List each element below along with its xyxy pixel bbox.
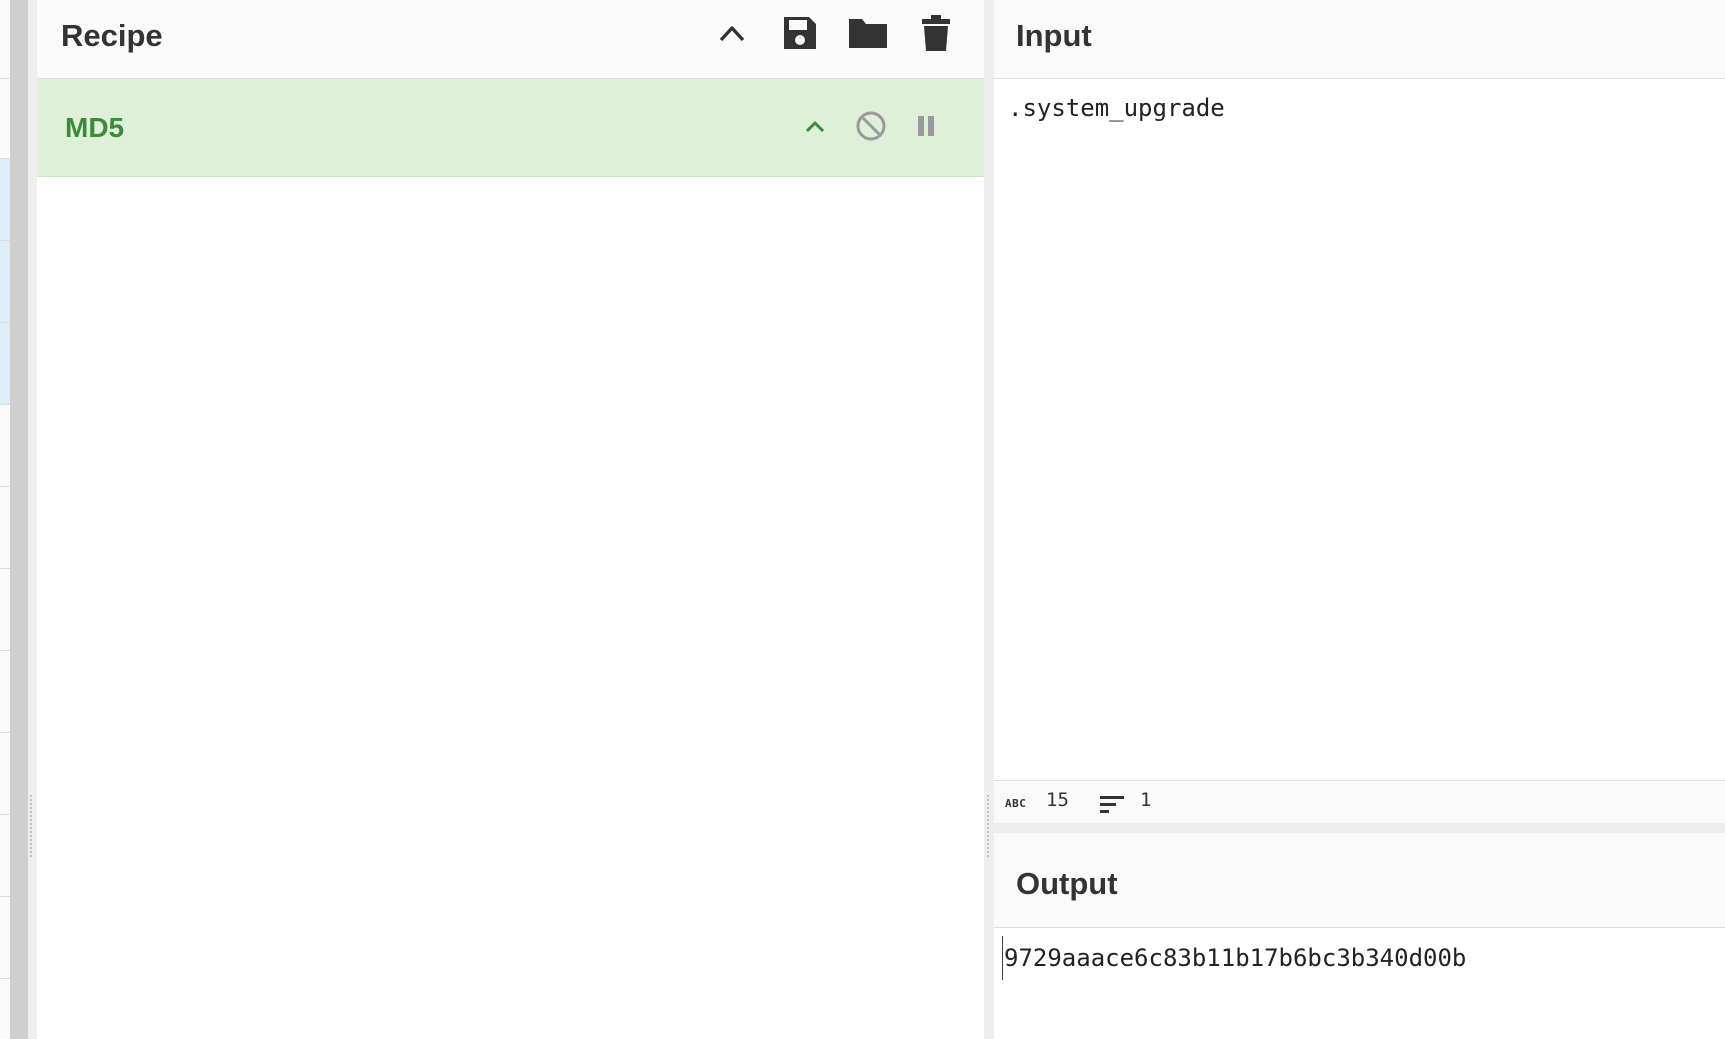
io-divider[interactable] [994,823,1725,833]
recipe-title: Recipe [61,18,163,53]
recipe-panel: Recipe MD5 [37,0,984,1039]
resize-gutter-middle[interactable] [984,0,994,1039]
folder-icon [849,19,887,48]
pause-icon [918,116,934,136]
recipe-header: Recipe [37,0,984,79]
operation-name: MD5 [65,112,125,143]
input-header: Input [994,0,1725,79]
operations-scrollbar[interactable] [10,0,28,1039]
output-header: Output [994,833,1725,928]
save-icon [784,17,816,49]
input-title: Input [1016,18,1092,53]
output-text[interactable]: 9729aaace6c83b11b17b6bc3b340d00b [1002,936,1714,980]
operations-selected-highlight [0,158,10,404]
trash-icon [922,15,950,51]
output-panel: Output 9729aaace6c83b11b17b6bc3b340d00b [994,833,1725,1039]
disable-icon [856,111,886,141]
abc-icon: ABC [1005,797,1027,810]
save-recipe-button[interactable] [772,10,828,56]
load-recipe-button[interactable] [840,10,896,56]
collapse-recipe-button[interactable] [704,10,760,56]
operation-disable-button[interactable] [848,103,894,149]
input-textarea[interactable] [1004,88,1712,128]
resize-grip[interactable] [30,795,34,857]
operation-card-md5[interactable]: MD5 [37,79,984,177]
resize-gutter-left[interactable] [28,0,37,1039]
input-panel: Input ABC 15 1 [994,0,1725,824]
chevron-up-icon [805,121,825,133]
operation-collapse-button[interactable] [792,103,838,149]
chevron-up-icon [719,26,745,42]
input-status-bar: ABC 15 1 [994,780,1725,824]
operations-list-edge [0,0,10,1039]
clear-recipe-button[interactable] [908,10,964,56]
lines-icon [1100,796,1124,813]
resize-grip[interactable] [987,795,991,857]
output-title: Output [1016,866,1118,901]
input-length: 15 [1046,789,1069,811]
operation-breakpoint-button[interactable] [903,103,949,149]
input-line-count: 1 [1140,789,1152,811]
